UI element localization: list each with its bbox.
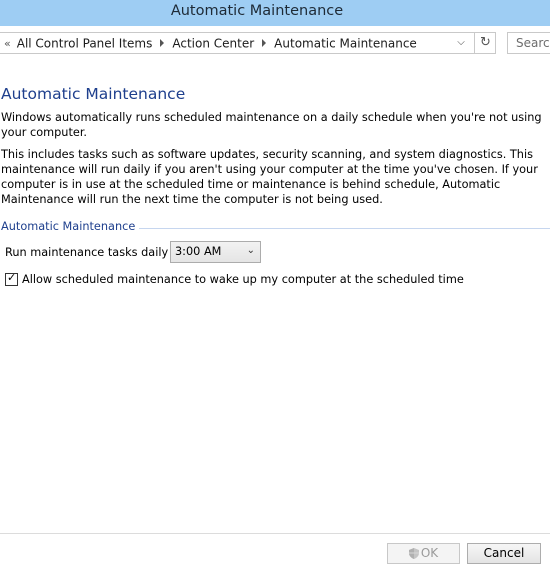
breadcrumb-arrow-icon[interactable] xyxy=(262,39,267,47)
breadcrumb: « All Control Panel Items Action Center Aut… xyxy=(4,36,417,51)
wake-checkbox-label[interactable]: Allow scheduled maintenance to wake up m… xyxy=(22,273,464,286)
address-dropdown-button[interactable]: ⌵ xyxy=(452,35,470,51)
uac-shield-icon xyxy=(408,548,419,559)
wake-checkbox-row[interactable]: ✓ Allow scheduled maintenance to wake up … xyxy=(5,269,464,288)
chevron-left-icon[interactable]: « xyxy=(4,37,11,50)
details-paragraph: This includes tasks such as software upd… xyxy=(1,148,538,206)
ok-button[interactable]: OK xyxy=(387,543,460,564)
page-title: Automatic Maintenance xyxy=(1,85,186,103)
refresh-icon: ↻ xyxy=(480,35,491,50)
run-time-label: Run maintenance tasks daily at xyxy=(5,246,184,259)
breadcrumb-item-automatic-maintenance[interactable]: Automatic Maintenance xyxy=(274,37,417,51)
cancel-button-label: Cancel xyxy=(483,546,525,560)
address-row: « All Control Panel Items Action Center Aut… xyxy=(0,26,550,60)
window-title: Automatic Maintenance xyxy=(170,3,344,19)
section-label: Automatic Maintenance xyxy=(1,220,140,233)
time-select[interactable]: 3:00 AM ⌄ xyxy=(170,241,261,263)
breadcrumb-arrow-icon[interactable] xyxy=(160,39,165,47)
wake-checkbox[interactable]: ✓ xyxy=(5,271,18,286)
title-bar: Automatic Maintenance xyxy=(0,0,550,27)
chevron-down-icon: ⌵ xyxy=(457,37,465,48)
search-input[interactable]: Search xyxy=(507,32,550,54)
footer-divider xyxy=(0,533,550,534)
breadcrumb-item-action-center[interactable]: Action Center xyxy=(172,37,254,51)
description-paragraph: Windows automatically runs scheduled mai… xyxy=(1,111,542,139)
time-select-value: 3:00 AM xyxy=(175,245,222,258)
ok-button-label: OK xyxy=(420,546,439,560)
checkmark-icon: ✓ xyxy=(7,271,17,284)
refresh-button[interactable]: ↻ xyxy=(474,33,496,53)
section-header: Automatic Maintenance xyxy=(1,220,550,234)
breadcrumb-item-control-panel[interactable]: All Control Panel Items xyxy=(17,37,153,51)
chevron-down-icon: ⌄ xyxy=(246,245,255,256)
address-bar[interactable]: « All Control Panel Items Action Center Aut… xyxy=(0,32,496,54)
cancel-button[interactable]: Cancel xyxy=(467,543,541,564)
